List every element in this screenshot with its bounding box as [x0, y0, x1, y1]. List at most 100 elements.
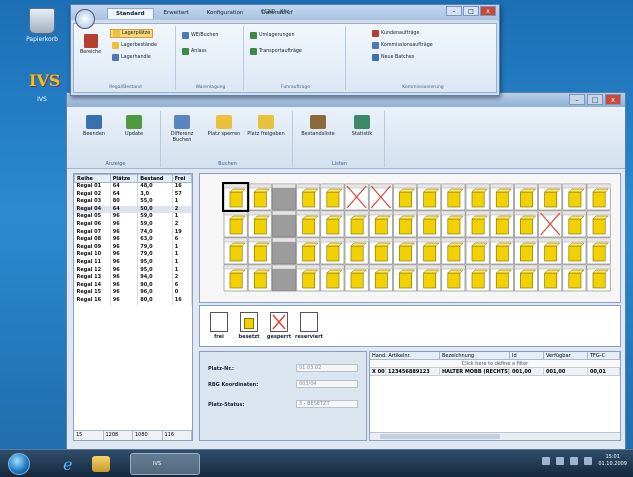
rack-slot[interactable] — [465, 237, 490, 265]
rack-slot[interactable] — [247, 183, 272, 211]
column-header[interactable]: Id — [510, 352, 544, 359]
kommissionsauftraege-button[interactable]: Kommissionsaufträge — [372, 42, 433, 49]
bereiche-button[interactable]: Bereiche — [80, 34, 101, 55]
rack-slot[interactable] — [514, 237, 538, 265]
rack-slot[interactable] — [586, 264, 611, 292]
table-row[interactable]: Regal 09 96 79,0 1 — [74, 243, 193, 252]
rack-slot[interactable] — [586, 237, 611, 265]
transportauftraege-button[interactable]: Transportaufträge — [250, 48, 302, 55]
rack-slot[interactable] — [514, 210, 538, 238]
rack-slot[interactable] — [272, 237, 296, 265]
lagerbestaende-button[interactable]: Lagerbestände — [112, 42, 157, 49]
rack-slot[interactable] — [296, 237, 321, 265]
rack-slot[interactable] — [344, 183, 369, 211]
platz-sperren-button[interactable]: Platz sperren — [205, 115, 243, 137]
rack-slot[interactable] — [223, 237, 248, 265]
platz-nr-field[interactable]: 01.03.02 — [296, 364, 358, 372]
rack-slot[interactable] — [465, 210, 490, 238]
column-header[interactable]: Bezeichnung — [440, 352, 510, 359]
minimize-button[interactable]: – — [569, 94, 585, 105]
table-row[interactable]: Regal 01 64 48,0 16 — [74, 182, 193, 191]
rack-slot[interactable] — [272, 183, 296, 211]
rack-slot[interactable] — [514, 264, 538, 292]
rack-slot[interactable] — [417, 210, 442, 238]
differenz-buchen-button[interactable]: Differenz Buchen — [163, 115, 201, 143]
rack-slot[interactable] — [247, 237, 272, 265]
table-row[interactable]: Regal 06 96 59,0 2 — [74, 220, 193, 229]
column-header[interactable]: Frei — [171, 174, 193, 183]
lagerhandle-button[interactable]: Lagerhandle — [112, 54, 151, 61]
scroll-thumb[interactable] — [380, 434, 500, 439]
table-row[interactable]: Regal 16 96 80,0 16 — [74, 296, 193, 305]
rack-slot[interactable] — [344, 210, 369, 238]
rack-slot[interactable] — [320, 210, 345, 238]
taskbar-folder-icon[interactable] — [92, 456, 110, 472]
taskbar-browser-icon[interactable]: e — [56, 453, 82, 475]
rack-slot[interactable] — [296, 183, 321, 211]
rack-slot[interactable] — [320, 183, 345, 211]
app-menu-button[interactable] — [75, 9, 95, 29]
we-buchen-button[interactable]: WE/Buchen — [182, 32, 218, 39]
lagerplaetze-button[interactable]: Lagerplätze — [110, 29, 154, 38]
kundenauftraege-button[interactable]: Kundenaufträge — [372, 30, 419, 37]
minimize-button[interactable]: – — [446, 6, 462, 16]
table-row[interactable]: Regal 08 96 63,0 6 — [74, 236, 193, 244]
rack-slot[interactable] — [538, 210, 563, 238]
anlass-button[interactable]: Anlass — [182, 48, 207, 55]
platz-status-field[interactable]: 3 - BESETZT — [296, 400, 358, 408]
rack-slot[interactable] — [223, 264, 248, 292]
rack-slot[interactable] — [562, 210, 587, 238]
volume-icon[interactable] — [584, 457, 593, 465]
rack-slot[interactable] — [489, 210, 514, 238]
column-header[interactable]: Reihe — [74, 174, 111, 183]
rack-slot[interactable] — [417, 183, 442, 211]
taskbar-app-ivs[interactable]: IVS — [130, 453, 200, 475]
neue-batches-button[interactable]: Neue Batches — [372, 54, 414, 61]
rack-slot[interactable] — [562, 264, 587, 292]
close-button[interactable]: x — [605, 94, 621, 105]
rack-slot[interactable] — [393, 237, 417, 265]
rack-slot[interactable] — [320, 237, 345, 265]
network-icon[interactable] — [570, 457, 579, 465]
table-row[interactable]: Regal 12 96 95,0 1 — [74, 266, 193, 275]
rack-slot[interactable] — [441, 210, 466, 238]
rack-slot[interactable] — [320, 264, 345, 292]
table-row[interactable]: Regal 14 96 90,0 6 — [74, 281, 193, 290]
tab-standard[interactable]: Standard — [107, 8, 154, 19]
column-header[interactable]: Verfügbar — [544, 352, 588, 359]
rack-slot[interactable] — [562, 183, 587, 211]
rack-slot[interactable] — [344, 264, 369, 292]
tab-erweitert[interactable]: Erweitert — [156, 8, 197, 19]
rack-slot[interactable] — [272, 264, 296, 292]
table-row[interactable]: Regal 04 64 50,0 2 — [74, 205, 193, 214]
rack-slot[interactable] — [489, 264, 514, 292]
column-header[interactable]: Plätze — [109, 174, 139, 183]
rack-slot[interactable] — [489, 237, 514, 265]
rack-slot[interactable] — [368, 183, 393, 211]
rack-slot[interactable] — [272, 210, 296, 238]
rack-slot[interactable] — [441, 264, 466, 292]
column-header[interactable]: Hand. Artikelnr. — [370, 352, 440, 359]
filter-row[interactable]: Click here to define a filter — [370, 360, 620, 368]
rack-slot[interactable] — [441, 237, 466, 265]
rack-slot[interactable] — [393, 183, 417, 211]
rack-slot[interactable] — [538, 237, 563, 265]
taskbar-clock[interactable]: 15:01 01.10.2009 — [598, 454, 627, 468]
rack-slot[interactable] — [489, 183, 514, 211]
rack-slot[interactable] — [368, 210, 393, 238]
maximize-button[interactable]: □ — [587, 94, 603, 105]
umlagerungen-button[interactable]: Umlagerungen — [250, 32, 295, 39]
table-row[interactable]: Regal 15 96 96,0 0 — [74, 289, 193, 297]
rack-slot[interactable] — [586, 183, 611, 211]
bestandsliste-button[interactable]: Bestandsliste — [299, 115, 337, 137]
table-row[interactable]: Regal 02 64 3,0 57 — [74, 190, 193, 199]
rack-slot[interactable] — [368, 264, 393, 292]
rbg-koordinaten-field[interactable]: 003/04 — [296, 380, 358, 388]
table-row[interactable]: Regal 10 96 79,0 1 — [74, 251, 193, 259]
horizontal-scrollbar[interactable] — [370, 432, 620, 440]
tray-icon[interactable] — [556, 457, 565, 465]
rack-slot[interactable] — [296, 210, 321, 238]
rack-slot[interactable] — [296, 264, 321, 292]
table-row[interactable]: Regal 05 96 59,0 1 — [74, 213, 193, 221]
rack-slot[interactable] — [441, 183, 466, 211]
